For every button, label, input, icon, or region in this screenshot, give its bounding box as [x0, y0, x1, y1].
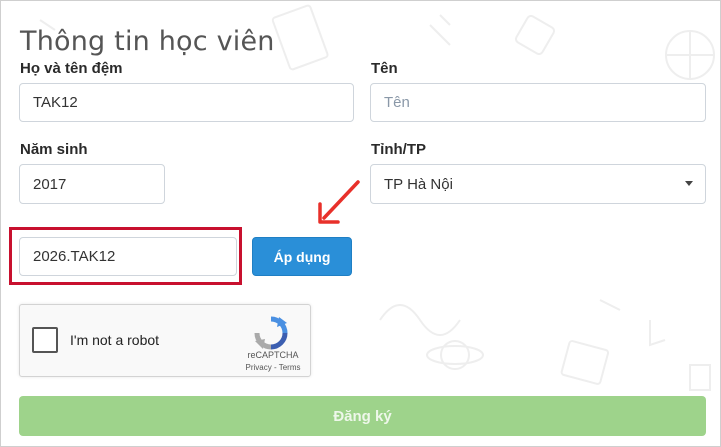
- first-name-label: Tên: [371, 60, 398, 77]
- last-name-input[interactable]: TAK12: [19, 83, 354, 122]
- recaptcha-checkbox[interactable]: [32, 327, 58, 353]
- first-name-input[interactable]: Tên: [370, 83, 706, 122]
- recaptcha-links[interactable]: Privacy - Terms: [242, 363, 304, 372]
- arrow-annotation-icon: [318, 180, 360, 224]
- province-label: Tỉnh/TP: [371, 141, 426, 158]
- submit-button[interactable]: Đăng ký: [19, 396, 706, 436]
- last-name-value: TAK12: [33, 94, 78, 111]
- page-title: Thông tin học viên: [20, 26, 275, 58]
- recaptcha-label: I'm not a robot: [70, 332, 160, 348]
- promo-code-value: 2026.TAK12: [33, 248, 116, 265]
- last-name-label: Họ và tên đệm: [20, 60, 123, 77]
- recaptcha-widget: I'm not a robot reCAPTCHA Privacy - Term…: [19, 304, 311, 377]
- province-value: TP Hà Nội: [384, 175, 453, 193]
- birth-year-label: Năm sinh: [20, 141, 88, 158]
- province-select[interactable]: TP Hà Nội: [370, 164, 706, 204]
- recaptcha-brand: reCAPTCHA: [247, 350, 299, 360]
- first-name-placeholder: Tên: [384, 94, 410, 111]
- birth-year-value: 2017: [33, 175, 67, 193]
- chevron-down-icon: [685, 181, 693, 186]
- apply-button[interactable]: Áp dụng: [252, 237, 352, 276]
- birth-year-input[interactable]: 2017: [19, 164, 165, 204]
- promo-code-input[interactable]: 2026.TAK12: [19, 237, 237, 276]
- recaptcha-logo-icon: [254, 316, 288, 350]
